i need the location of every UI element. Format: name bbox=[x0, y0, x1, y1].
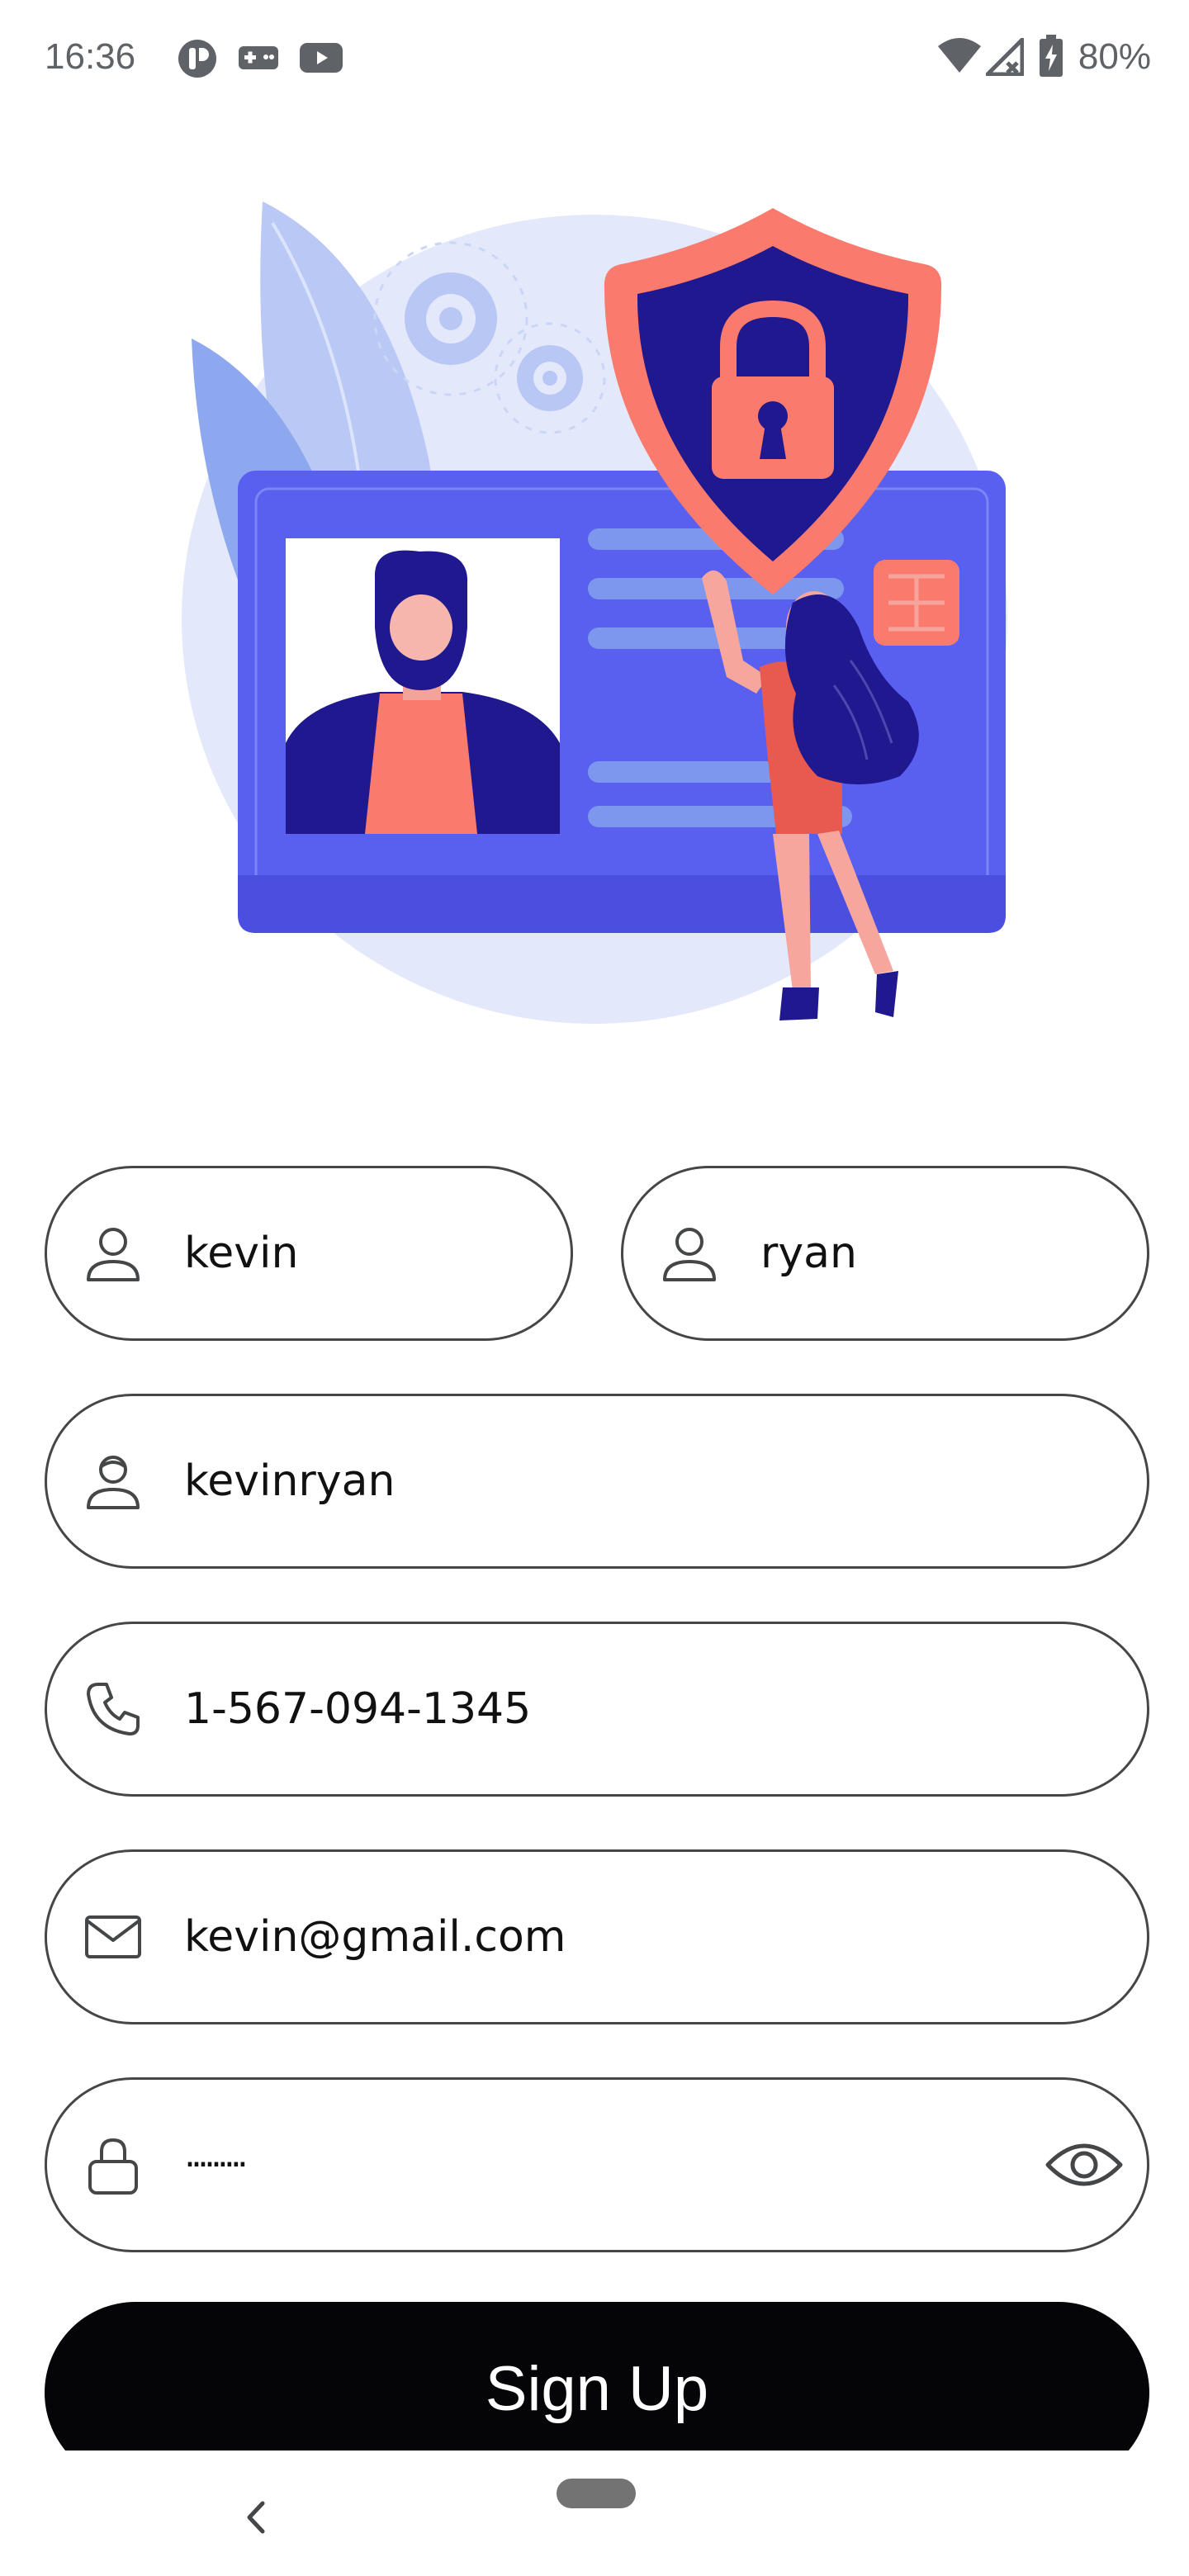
user-icon bbox=[87, 1228, 140, 1281]
user-icon bbox=[663, 1228, 716, 1281]
lock-icon bbox=[88, 2138, 138, 2195]
password-field[interactable]: ········· bbox=[45, 2077, 1149, 2252]
battery-charging-icon bbox=[1040, 35, 1063, 77]
username-value: kevinryan bbox=[184, 1456, 396, 1506]
last-name-value: ryan bbox=[760, 1229, 857, 1278]
phone-field[interactable]: 1-567-094-1345 bbox=[45, 1622, 1149, 1797]
back-icon[interactable] bbox=[239, 2497, 272, 2538]
email-field[interactable]: kevin@gmail.com bbox=[45, 1849, 1149, 2024]
username-field[interactable]: kevinryan bbox=[45, 1394, 1149, 1569]
id-card-security-illustration bbox=[182, 201, 1007, 1024]
status-bar: 16:36 80% bbox=[0, 0, 1189, 116]
eye-icon[interactable] bbox=[1043, 2132, 1125, 2198]
password-value: ········· bbox=[184, 2143, 249, 2186]
battery-percentage: 80% bbox=[1078, 36, 1151, 77]
app-notification-icon bbox=[178, 40, 216, 78]
phone-icon bbox=[87, 1683, 140, 1735]
mail-icon bbox=[85, 1915, 141, 1958]
home-pill[interactable] bbox=[557, 2479, 636, 2508]
first-name-field[interactable]: kevin bbox=[45, 1166, 573, 1341]
no-signal-icon bbox=[986, 38, 1024, 76]
last-name-field[interactable]: ryan bbox=[621, 1166, 1149, 1341]
user-badge-icon bbox=[87, 1456, 140, 1509]
phone-value: 1-567-094-1345 bbox=[184, 1684, 532, 1734]
signup-screen: 16:36 80% kevin ryan kevinryan 1-567-094… bbox=[0, 0, 1189, 2576]
wifi-icon bbox=[938, 38, 981, 73]
gamepad-icon bbox=[239, 46, 278, 69]
youtube-icon bbox=[300, 43, 343, 73]
navigation-bar bbox=[0, 2451, 1189, 2576]
first-name-value: kevin bbox=[184, 1229, 299, 1278]
email-value: kevin@gmail.com bbox=[184, 1912, 566, 1962]
status-time: 16:36 bbox=[45, 36, 136, 77]
